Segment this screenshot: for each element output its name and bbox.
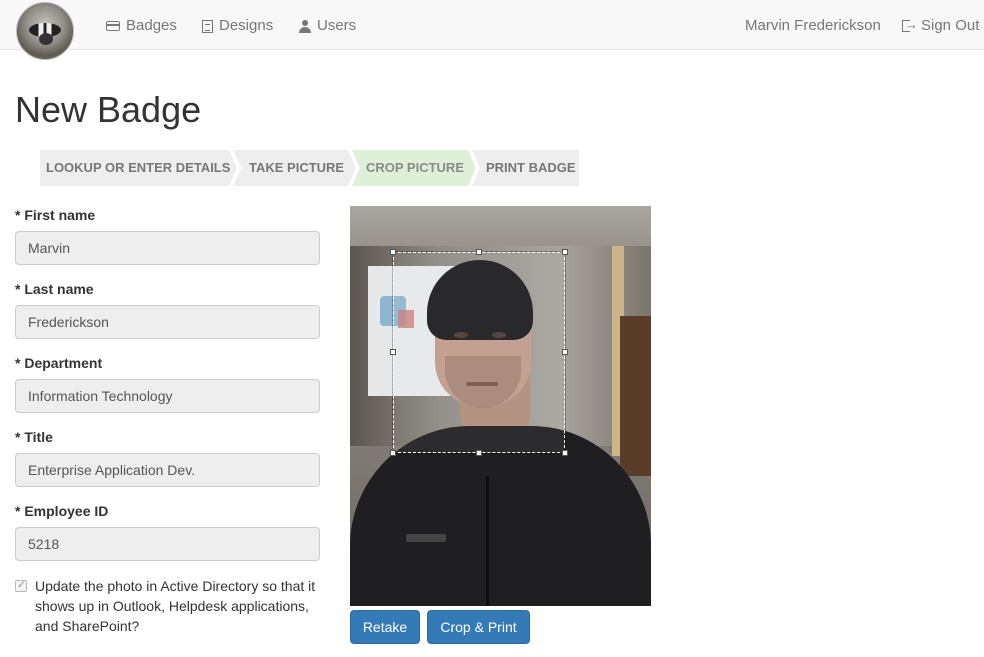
photo-shelf: [620, 316, 651, 476]
document-icon: [202, 19, 213, 33]
sign-out-icon: [902, 15, 918, 35]
photo-zipper: [486, 476, 489, 606]
update-ad-label: Update the photo in Active Directory so …: [35, 578, 316, 634]
crop-handle-sw[interactable]: [390, 450, 396, 456]
crop-handle-w[interactable]: [390, 349, 396, 355]
update-ad-checkbox[interactable]: [15, 578, 27, 592]
step-lookup[interactable]: LOOKUP OR ENTER DETAILS: [40, 150, 237, 186]
nav-designs-label: Designs: [219, 17, 274, 34]
title-field[interactable]: Enterprise Application Dev.: [15, 453, 320, 487]
step-crop-picture-label: CROP PICTURE: [366, 160, 464, 175]
crop-handle-ne[interactable]: [562, 249, 568, 255]
first-name-field[interactable]: Marvin: [15, 231, 320, 265]
badge-card-icon: [106, 21, 120, 31]
step-print-badge[interactable]: PRINT BADGE: [472, 150, 579, 186]
first-name-label: * First name: [15, 207, 96, 223]
last-name-field[interactable]: Frederickson: [15, 305, 320, 339]
page-title: New Badge: [15, 89, 202, 130]
crop-selection[interactable]: [390, 249, 568, 456]
department-field[interactable]: Information Technology: [15, 379, 320, 413]
employee-id-label: * Employee ID: [15, 503, 109, 519]
nav-users[interactable]: Users: [299, 16, 356, 36]
employee-id-field[interactable]: 5218: [15, 527, 320, 561]
nav-badges[interactable]: Badges: [106, 16, 177, 36]
step-print-badge-label: PRINT BADGE: [486, 160, 576, 175]
step-lookup-label: LOOKUP OR ENTER DETAILS: [46, 160, 231, 175]
crop-handle-se[interactable]: [562, 450, 568, 456]
nav-designs[interactable]: Designs: [202, 16, 273, 36]
crop-handle-n[interactable]: [476, 249, 482, 255]
step-take-picture-label: TAKE PICTURE: [249, 160, 345, 175]
current-user-name: Marvin Frederickson: [745, 17, 881, 34]
crop-handle-nw[interactable]: [390, 249, 396, 255]
photo-jacket-logo: [406, 534, 446, 542]
crop-print-button[interactable]: Crop & Print: [427, 610, 530, 644]
nav-users-label: Users: [317, 17, 357, 34]
step-crop-picture[interactable]: CROP PICTURE: [352, 150, 476, 186]
step-take-picture[interactable]: TAKE PICTURE: [233, 150, 356, 186]
retake-button[interactable]: Retake: [350, 610, 420, 644]
logo-snout: [39, 33, 53, 45]
title-label: * Title: [15, 429, 53, 445]
crop-handle-e[interactable]: [562, 349, 568, 355]
crop-handle-s[interactable]: [476, 450, 482, 456]
sign-out-label: Sign Out: [921, 17, 980, 34]
badger-logo[interactable]: [16, 2, 74, 60]
user-icon: [299, 19, 311, 33]
nav-current-user[interactable]: Marvin Frederickson: [745, 16, 881, 36]
last-name-label: * Last name: [15, 281, 94, 297]
nav-badges-label: Badges: [126, 17, 177, 34]
sign-out-link[interactable]: Sign Out: [902, 15, 980, 36]
navbar: Badges Designs Users Marvin Frederickson…: [0, 0, 984, 60]
department-label: * Department: [15, 355, 103, 371]
